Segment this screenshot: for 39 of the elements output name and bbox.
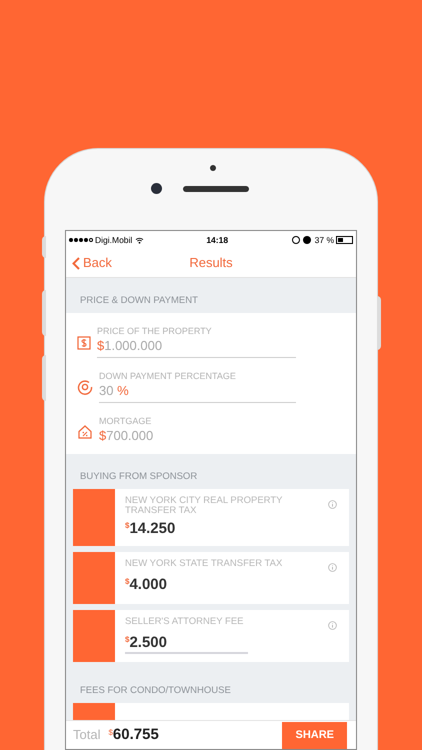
signal-icon [69, 238, 93, 242]
carrier-name: Digi.Mobil [95, 234, 132, 246]
total-label: Total [73, 726, 100, 744]
battery-percent: 37 % [314, 234, 334, 246]
screen-title: Results [189, 254, 233, 272]
share-button[interactable]: SHARE [282, 722, 347, 749]
target-icon [77, 379, 93, 395]
value-field[interactable]: $1.000.000 [97, 337, 296, 358]
clock-time: 14:18 [206, 234, 228, 246]
amount-field[interactable]: $2.500 [125, 634, 248, 654]
value-field: $700.000 [99, 427, 296, 448]
battery-icon [336, 236, 353, 244]
fee-label: NEW YORK STATE TRANSFER TAX [125, 559, 282, 571]
amount-field: $14.250 [125, 520, 248, 540]
info-icon[interactable] [328, 563, 337, 572]
total-currency: $ [108, 727, 113, 739]
section-header: FEES FOR CONDO/TOWNHOUSE [80, 685, 231, 696]
info-icon[interactable] [328, 621, 337, 630]
field-label: MORTGAGE [99, 416, 152, 427]
section-header: BUYING FROM SPONSOR [80, 471, 198, 482]
value-field[interactable]: 30 % [99, 382, 296, 403]
color-block [73, 610, 115, 662]
amount-field: $4.000 [125, 576, 248, 596]
section-header: PRICE & DOWN PAYMENT [80, 295, 198, 306]
speaker-grille [183, 186, 249, 192]
color-block [73, 552, 115, 604]
fee-label: NEW YORK CITY REAL PROPERTY TRANSFER TAX [125, 496, 284, 516]
chevron-icon [72, 256, 80, 270]
back-button[interactable]: Back [66, 253, 112, 273]
wifi-icon [135, 236, 144, 244]
field-label: DOWN PAYMENT PERCENTAGE [99, 371, 237, 382]
color-block [73, 489, 115, 546]
house-percent-icon [77, 424, 93, 440]
total-amount: 60.755 [112, 724, 159, 745]
fee-label: SELLER'S ATTORNEY FEE [125, 617, 244, 629]
info-icon[interactable] [328, 500, 337, 509]
dollar-icon [77, 336, 91, 350]
field-label: PRICE OF THE PROPERTY [97, 326, 213, 337]
camera-lens [151, 183, 162, 194]
